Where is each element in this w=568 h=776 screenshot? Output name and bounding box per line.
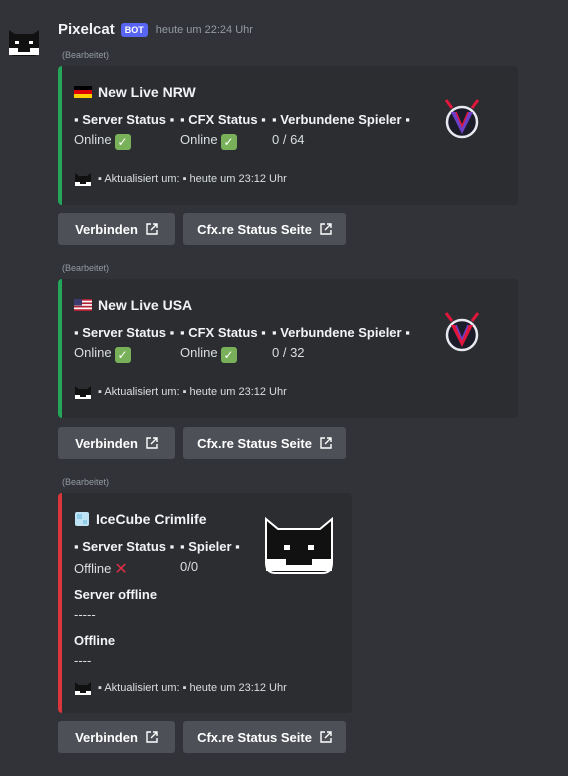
external-link-icon [320,437,332,449]
message-header: Pixelcat BOT heute um 22:24 Uhr [58,21,253,38]
field-value: Online [74,132,112,147]
button-label: Verbinden [75,435,138,451]
embed-title-text: New Live USA [98,297,193,313]
field-offline: Offline ---- [74,633,115,668]
bot-badge: BOT [120,22,148,37]
embed-nrw: New Live NRW ▪ Server Status ▪ Online ✓ ▪… [58,66,518,205]
embed-icecube: IceCube Crimlife ▪ Server Status ▪ Offli… [58,493,352,713]
embed-footer: ▪ Aktualisiert um: ▪ heute um 23:12 Uhr [74,170,287,188]
edited-label: (Bearbeitet) [62,263,110,273]
field-players: ▪ Verbundene Spieler ▪ 0 / 32 [272,325,410,360]
embed-title: New Live NRW [74,84,196,100]
field-server-status: ▪ Server Status ▪ Offline ✕ [74,539,174,579]
field-value: 0 / 32 [272,345,305,360]
field-name: ▪ Verbundene Spieler ▪ [272,112,410,127]
username[interactable]: Pixelcat [58,21,115,38]
field-value: 0 / 64 [272,132,305,147]
field-value: Offline [74,561,112,576]
external-link-icon [146,731,158,743]
flag-usa-icon [74,299,92,311]
pixelcat-footer-icon [75,386,91,399]
field-value: ----- [74,607,96,622]
embed-title-text: IceCube Crimlife [96,511,207,527]
connect-button[interactable]: Verbinden [58,427,175,459]
field-players: ▪ Spieler ▪ 0/0 [180,539,240,574]
footer-text: ▪ Aktualisiert um: ▪ heute um 23:12 Uhr [98,682,287,694]
field-name: ▪ CFX Status ▪ [180,325,266,340]
connect-button[interactable]: Verbinden [58,721,175,753]
bot-avatar[interactable] [6,24,42,60]
ice-cube-icon [75,512,89,526]
field-server-status: ▪ Server Status ▪ Online ✓ [74,112,174,150]
embed-accent-bar [58,279,62,418]
field-name: ▪ Server Status ▪ [74,539,175,554]
embed-footer: ▪ Aktualisiert um: ▪ heute um 23:12 Uhr [74,679,287,697]
external-link-icon [146,437,158,449]
embed-title: New Live USA [74,297,192,313]
flag-germany-icon [74,86,92,98]
footer-text: ▪ Aktualisiert um: ▪ heute um 23:12 Uhr [98,386,287,398]
field-cfx-status: ▪ CFX Status ▪ Online ✓ [180,112,266,150]
field-name: ▪ Server Status ▪ [74,112,175,127]
button-label: Verbinden [75,221,138,237]
button-label: Verbinden [75,729,138,745]
status-page-button[interactable]: Cfx.re Status Seite [183,213,346,245]
check-mark-icon: ✓ [114,134,131,150]
field-value: ---- [74,653,92,668]
cross-mark-icon: ✕ [114,561,128,578]
external-link-icon [320,731,332,743]
field-name: Server offline [74,587,158,602]
field-value: Online [180,345,218,360]
field-value: Online [74,345,112,360]
button-label: Cfx.re Status Seite [197,729,312,745]
field-value: 0/0 [180,559,199,574]
pixelcat-footer-icon [75,682,91,695]
embed-title: IceCube Crimlife [74,511,206,527]
button-label: Cfx.re Status Seite [197,221,312,237]
embed-usa: New Live USA ▪ Server Status ▪ Online ✓ ▪… [58,279,518,418]
field-server-offline: Server offline ----- [74,587,157,622]
field-value: Online [180,132,218,147]
field-name: ▪ Verbundene Spieler ▪ [272,325,410,340]
pixelcat-footer-icon [75,173,91,186]
embed-accent-bar [58,493,62,713]
embed-accent-bar [58,66,62,205]
field-name: Offline [74,633,116,648]
check-mark-icon: ✓ [220,347,237,363]
footer-text: ▪ Aktualisiert um: ▪ heute um 23:12 Uhr [98,173,287,185]
field-name: ▪ Spieler ▪ [180,539,240,554]
status-page-button[interactable]: Cfx.re Status Seite [183,721,346,753]
pixelcat-thumbnail[interactable] [264,517,334,577]
check-mark-icon: ✓ [114,347,131,363]
embed-footer: ▪ Aktualisiert um: ▪ heute um 23:12 Uhr [74,383,287,401]
status-page-button[interactable]: Cfx.re Status Seite [183,427,346,459]
connect-button[interactable]: Verbinden [58,213,175,245]
button-label: Cfx.re Status Seite [197,435,312,451]
field-name: ▪ CFX Status ▪ [180,112,266,127]
external-link-icon [320,223,332,235]
edited-label: (Bearbeitet) [62,50,110,60]
field-server-status: ▪ Server Status ▪ Online ✓ [74,325,174,363]
field-players: ▪ Verbundene Spieler ▪ 0 / 64 [272,112,410,147]
message-timestamp: heute um 22:24 Uhr [155,23,253,36]
server-logo-thumbnail[interactable] [442,309,482,353]
check-mark-icon: ✓ [220,134,237,150]
external-link-icon [146,223,158,235]
field-name: ▪ Server Status ▪ [74,325,175,340]
field-cfx-status: ▪ CFX Status ▪ Online ✓ [180,325,266,363]
edited-label: (Bearbeitet) [62,477,110,487]
embed-title-text: New Live NRW [98,84,196,100]
server-logo-thumbnail[interactable] [442,96,482,140]
